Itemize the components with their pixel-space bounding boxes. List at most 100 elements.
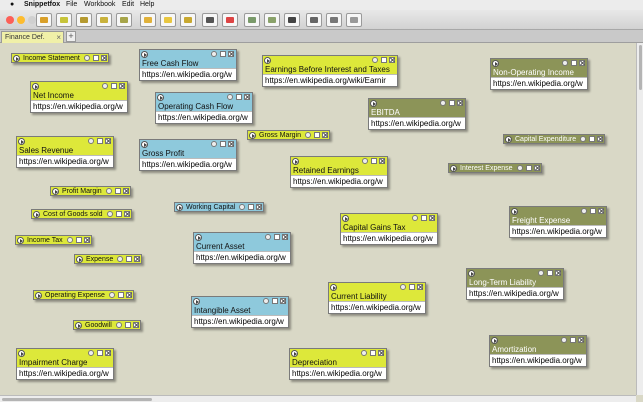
snippet-card[interactable]: Long-Term Liability https://en.wikipedia… — [466, 268, 564, 300]
expand-arrow-icon[interactable] — [35, 292, 42, 299]
tag-chip[interactable]: Goodwill — [73, 320, 141, 330]
resize-icon[interactable] — [126, 256, 133, 262]
resize-icon[interactable] — [547, 270, 553, 276]
tag-chip[interactable]: Cost of Goods sold — [31, 209, 132, 219]
resize-icon[interactable] — [111, 83, 117, 89]
close-icon[interactable] — [578, 337, 584, 343]
snippet-card[interactable]: Operating Cash Flow https://en.wikipedia… — [155, 92, 253, 124]
import-icon[interactable] — [140, 13, 156, 27]
menu-file[interactable]: File — [66, 0, 77, 10]
resize-icon[interactable] — [236, 94, 242, 100]
tab-finance-def[interactable]: Finance Def. × — [1, 31, 64, 43]
gear-icon[interactable] — [105, 188, 112, 194]
snippet-card[interactable]: Freight Expense https://en.wikipedia.org… — [509, 206, 607, 238]
stamp-icon[interactable] — [180, 13, 196, 27]
gear-icon[interactable] — [580, 136, 587, 142]
gear-icon[interactable] — [412, 215, 418, 221]
gear-icon[interactable] — [362, 158, 368, 164]
gear-icon[interactable] — [88, 138, 94, 144]
close-icon[interactable] — [228, 51, 234, 57]
resize-icon[interactable] — [220, 51, 226, 57]
snippet-url[interactable]: https://en.wikipedia.org/w — [156, 112, 252, 123]
resize-icon[interactable] — [314, 132, 321, 138]
resize-icon[interactable] — [248, 204, 255, 210]
tag-chip[interactable]: Gross Margin — [247, 130, 331, 140]
close-icon[interactable] — [579, 60, 585, 66]
snippet-url[interactable]: https://en.wikipedia.org/w — [17, 156, 113, 167]
expand-arrow-icon[interactable] — [195, 234, 202, 241]
snippet-url[interactable]: https://en.wikipedia.org/w — [491, 78, 587, 89]
close-icon[interactable] — [83, 237, 90, 243]
expand-arrow-icon[interactable] — [291, 350, 298, 357]
close-icon[interactable] — [280, 298, 286, 304]
resize-icon[interactable] — [421, 215, 427, 221]
gear-icon[interactable] — [108, 292, 115, 298]
expand-arrow-icon[interactable] — [330, 284, 337, 291]
gear-icon[interactable] — [106, 211, 113, 217]
gear-icon[interactable] — [211, 51, 217, 57]
snippet-url[interactable]: https://en.wikipedia.org/w — [140, 159, 236, 170]
resize-icon[interactable] — [274, 234, 280, 240]
snippet-url[interactable]: https://en.wikipedia.org/w — [194, 252, 290, 263]
export-icon[interactable] — [160, 13, 176, 27]
resize-icon[interactable] — [525, 165, 532, 171]
resize-icon[interactable] — [97, 350, 103, 356]
gear-icon[interactable] — [265, 234, 271, 240]
close-icon[interactable] — [598, 208, 604, 214]
expand-arrow-icon[interactable] — [264, 57, 271, 64]
zoom-window-button[interactable] — [28, 16, 36, 24]
snippet-card[interactable]: Capital Gains Tax https://en.wikipedia.o… — [340, 213, 438, 245]
expand-arrow-icon[interactable] — [141, 141, 148, 148]
resize-icon[interactable] — [371, 158, 377, 164]
resize-icon[interactable] — [92, 55, 99, 61]
gear-icon[interactable] — [538, 270, 544, 276]
close-icon[interactable] — [379, 158, 385, 164]
gear-icon[interactable] — [440, 100, 446, 106]
close-icon[interactable] — [105, 350, 111, 356]
snippet-url[interactable]: https://en.wikipedia.org/w — [369, 118, 465, 129]
expand-arrow-icon[interactable] — [18, 138, 25, 145]
menu-workbook[interactable]: Workbook — [84, 0, 115, 10]
expand-arrow-icon[interactable] — [492, 60, 499, 67]
gear-icon[interactable] — [581, 208, 587, 214]
menu-edit[interactable]: Edit — [122, 0, 134, 10]
snippet-url[interactable]: https://en.wikipedia.org/w — [341, 233, 437, 244]
close-icon[interactable] — [555, 270, 561, 276]
resize-icon[interactable] — [370, 350, 376, 356]
close-icon[interactable] — [123, 211, 130, 217]
gear-icon[interactable] — [102, 83, 108, 89]
expand-arrow-icon[interactable] — [342, 215, 349, 222]
resize-icon[interactable] — [381, 57, 387, 63]
expand-arrow-icon[interactable] — [450, 165, 457, 172]
snippet-card[interactable]: Amortization https://en.wikipedia.org/w — [489, 335, 587, 367]
snippet-card[interactable]: EBITDA https://en.wikipedia.org/w — [368, 98, 466, 130]
resize-icon[interactable] — [571, 60, 577, 66]
snippet-url[interactable]: https://en.wikipedia.org/w — [467, 288, 563, 299]
gear-icon[interactable] — [561, 337, 567, 343]
close-icon[interactable] — [256, 204, 263, 210]
close-icon[interactable] — [533, 165, 540, 171]
snippet-url[interactable]: https://en.wikipedia.org/w — [510, 226, 606, 237]
browse-icon[interactable] — [202, 13, 218, 27]
resize-icon[interactable] — [409, 284, 415, 290]
tag-chip[interactable]: Interest Expense — [448, 163, 542, 173]
expand-arrow-icon[interactable] — [33, 211, 40, 218]
zoom-icon[interactable] — [306, 13, 322, 27]
expand-arrow-icon[interactable] — [18, 350, 25, 357]
expand-arrow-icon[interactable] — [370, 100, 377, 107]
apple-icon[interactable]: ● — [10, 0, 14, 10]
tag-chip[interactable]: Expense — [74, 254, 143, 264]
close-icon[interactable] — [228, 141, 234, 147]
gear-icon[interactable] — [211, 141, 217, 147]
resize-icon[interactable] — [589, 136, 596, 142]
app-name-menu[interactable]: Snippetfox — [24, 0, 60, 10]
layout-icon[interactable] — [264, 13, 280, 27]
expand-arrow-icon[interactable] — [141, 51, 148, 58]
expand-arrow-icon[interactable] — [193, 298, 200, 305]
close-icon[interactable] — [132, 322, 139, 328]
snippet-url[interactable]: https://en.wikipedia.org/w — [290, 368, 386, 379]
snippet-card[interactable]: Impairment Charge https://en.wikipedia.o… — [16, 348, 114, 380]
menu-help[interactable]: Help — [140, 0, 154, 10]
snippet-url[interactable]: https://en.wikipedia.org/w — [329, 302, 425, 313]
snippet-card[interactable]: Net Income https://en.wikipedia.org/w — [30, 81, 128, 113]
